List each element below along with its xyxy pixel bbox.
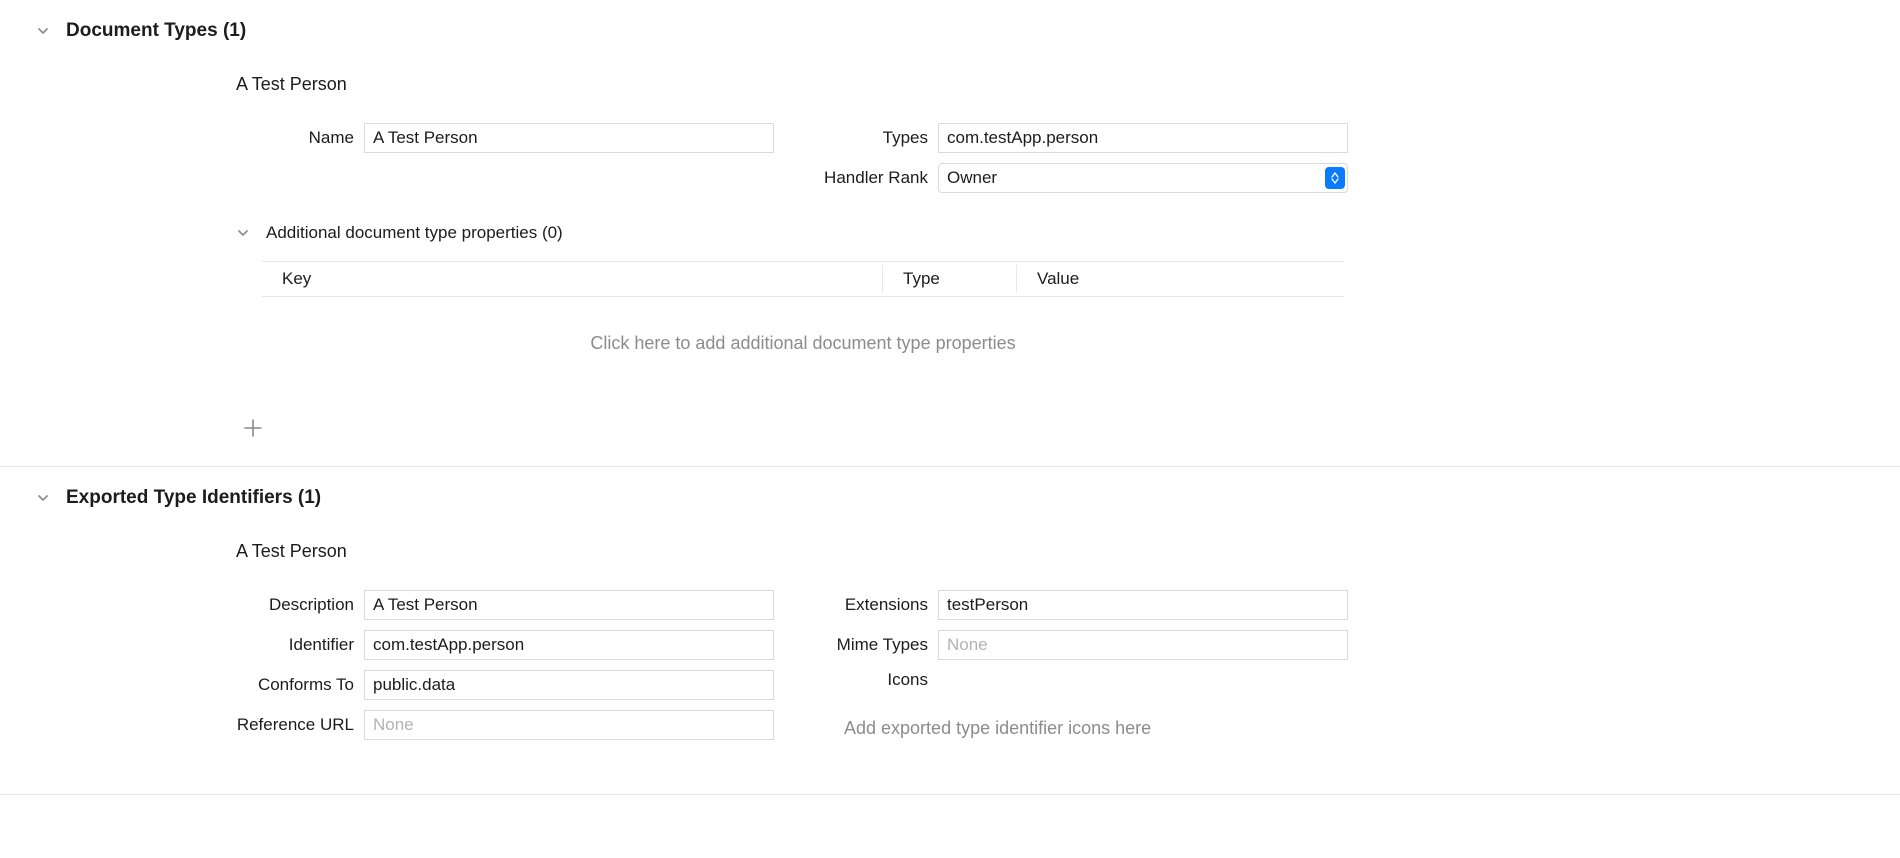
document-types-header-row[interactable]: Document Types (1)	[0, 20, 1900, 42]
types-row: Types	[810, 123, 1348, 153]
reference-url-label: Reference URL	[236, 715, 364, 735]
additional-props-table-header: Key Type Value	[262, 262, 1344, 296]
exported-type-item-title: A Test Person	[236, 541, 1900, 562]
chevron-down-icon	[236, 226, 250, 240]
exported-types-header-row[interactable]: Exported Type Identifiers (1)	[0, 487, 1900, 509]
mime-types-row: Mime Types	[810, 630, 1348, 660]
additional-props-empty-hint[interactable]: Click here to add additional document ty…	[262, 297, 1344, 364]
identifier-input[interactable]	[364, 630, 774, 660]
additional-props-title: Additional document type properties (0)	[266, 223, 563, 243]
doc-type-right-col: Types Handler Rank	[810, 123, 1348, 203]
extensions-input[interactable]	[938, 590, 1348, 620]
document-types-section: Document Types (1) A Test Person Name Ty…	[0, 0, 1900, 467]
types-label: Types	[810, 128, 938, 148]
handler-rank-select[interactable]	[938, 163, 1348, 193]
conforms-to-label: Conforms To	[236, 675, 364, 695]
col-key[interactable]: Key	[262, 269, 882, 289]
document-type-item-title: A Test Person	[236, 74, 1900, 95]
additional-props-header-row[interactable]: Additional document type properties (0)	[236, 223, 1900, 243]
extensions-row: Extensions	[810, 590, 1348, 620]
reference-url-row: Reference URL	[236, 710, 774, 740]
document-type-fields: Name Types Handler Rank	[236, 123, 1900, 203]
exported-type-fields: Description Identifier Conforms To Refer…	[236, 590, 1900, 750]
exported-type-item: A Test Person Description Identifier Con…	[0, 541, 1900, 750]
mime-types-label: Mime Types	[810, 635, 938, 655]
name-row: Name	[236, 123, 774, 153]
description-input[interactable]	[364, 590, 774, 620]
name-label: Name	[236, 128, 364, 148]
col-type[interactable]: Type	[882, 265, 1016, 293]
conforms-to-row: Conforms To	[236, 670, 774, 700]
icons-hint[interactable]: Add exported type identifier icons here	[810, 718, 1348, 739]
icons-row: Icons	[810, 670, 1348, 690]
extensions-label: Extensions	[810, 595, 938, 615]
reference-url-input[interactable]	[364, 710, 774, 740]
col-value[interactable]: Value	[1016, 265, 1344, 293]
document-type-item: A Test Person Name Types Handler Rank	[0, 74, 1900, 442]
exported-right-col: Extensions Mime Types Icons Add exported…	[810, 590, 1348, 750]
mime-types-input[interactable]	[938, 630, 1348, 660]
exported-left-col: Description Identifier Conforms To Refer…	[236, 590, 774, 750]
handler-rank-select-wrap	[938, 163, 1348, 193]
handler-rank-label: Handler Rank	[810, 168, 938, 188]
document-types-title: Document Types (1)	[66, 20, 246, 42]
exported-types-title: Exported Type Identifiers (1)	[66, 487, 321, 509]
chevron-down-icon	[36, 491, 50, 505]
add-document-type-button[interactable]	[239, 414, 267, 442]
description-row: Description	[236, 590, 774, 620]
handler-rank-row: Handler Rank	[810, 163, 1348, 193]
name-input[interactable]	[364, 123, 774, 153]
chevron-down-icon	[36, 24, 50, 38]
description-label: Description	[236, 595, 364, 615]
identifier-label: Identifier	[236, 635, 364, 655]
exported-types-section: Exported Type Identifiers (1) A Test Per…	[0, 467, 1900, 795]
additional-props-table: Key Type Value	[262, 261, 1344, 297]
types-input[interactable]	[938, 123, 1348, 153]
conforms-to-input[interactable]	[364, 670, 774, 700]
icons-label: Icons	[810, 670, 938, 690]
doc-type-left-col: Name	[236, 123, 774, 203]
identifier-row: Identifier	[236, 630, 774, 660]
